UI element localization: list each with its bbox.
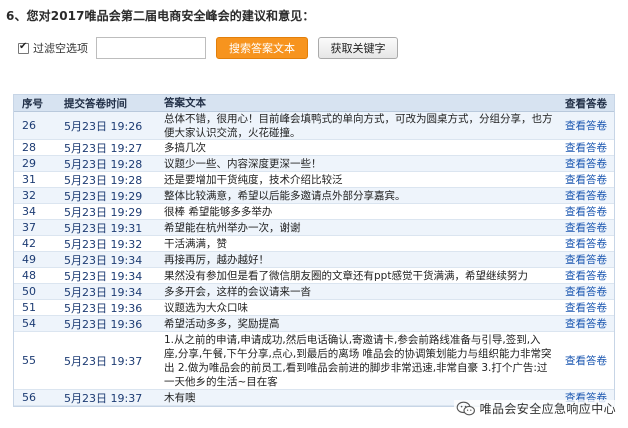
row-answer: 整体比较满意，希望以后能多邀请点外部分享嘉宾。 [164, 189, 406, 202]
view-answer-link[interactable]: 查看答卷 [558, 332, 614, 389]
table-row: 31 5月23日 19:28 还是要增加干货纯度，技术介绍比较泛 查看答卷 [14, 172, 614, 188]
wechat-watermark: 唯品会安全应急响应中心 [453, 400, 618, 417]
row-time: 5月23日 19:26 [64, 119, 143, 133]
view-answer-link[interactable]: 查看答卷 [558, 300, 614, 315]
view-answer-link[interactable]: 查看答卷 [558, 112, 614, 139]
row-no: 26 [22, 119, 36, 132]
search-input[interactable] [96, 37, 206, 59]
watermark-text: 唯品会安全应急响应中心 [479, 402, 616, 416]
table-row: 28 5月23日 19:27 多搞几次 查看答卷 [14, 140, 614, 156]
row-time: 5月23日 19:31 [64, 221, 143, 235]
row-no: 34 [22, 205, 36, 218]
view-answer-link[interactable]: 查看答卷 [558, 188, 614, 203]
view-answer-link[interactable]: 查看答卷 [558, 172, 614, 187]
row-no: 32 [22, 189, 36, 202]
view-answer-link[interactable]: 查看答卷 [558, 316, 614, 331]
row-time: 5月23日 19:36 [64, 317, 143, 331]
row-answer: 总体不错，很用心！目前峰会填鸭式的单向方式，可改为圆桌方式，分组分享，也方便大家… [164, 112, 553, 139]
table-row: 26 5月23日 19:26 总体不错，很用心！目前峰会填鸭式的单向方式，可改为… [14, 112, 614, 140]
row-answer: 多搞几次 [164, 141, 206, 154]
row-time: 5月23日 19:36 [64, 301, 143, 315]
row-answer: 议题选为大众口味 [164, 301, 248, 314]
table-row: 48 5月23日 19:34 果然没有参加但是看了微信朋友圈的文章还有ppt感觉… [14, 268, 614, 284]
row-no: 56 [22, 391, 36, 404]
table-row: 54 5月23日 19:36 希望活动多多，奖励提高 查看答卷 [14, 316, 614, 332]
row-time: 5月23日 19:37 [64, 391, 143, 405]
wechat-icon [456, 401, 475, 415]
row-no: 54 [22, 317, 36, 330]
row-answer: 希望活动多多，奖励提高 [164, 317, 280, 330]
row-answer: 干活满满，赞 [164, 237, 227, 250]
row-answer: 议题少一些、内容深度更深一些！ [164, 157, 322, 170]
table-row: 42 5月23日 19:32 干活满满，赞 查看答卷 [14, 236, 614, 252]
row-no: 31 [22, 173, 36, 186]
filter-controls: 过滤空选项 搜索答案文本 获取关键字 [18, 36, 398, 60]
row-no: 28 [22, 141, 36, 154]
row-no: 51 [22, 301, 36, 314]
row-time: 5月23日 19:28 [64, 157, 143, 171]
row-no: 50 [22, 285, 36, 298]
row-time: 5月23日 19:29 [64, 205, 143, 219]
checkbox-checked-icon[interactable] [18, 41, 29, 54]
view-answer-link[interactable]: 查看答卷 [558, 220, 614, 235]
row-time: 5月23日 19:29 [64, 189, 143, 203]
row-no: 49 [22, 253, 36, 266]
row-no: 48 [22, 269, 36, 282]
table-header: 序号 提交答卷时间 答案文本 查看答卷 [14, 95, 614, 112]
header-answer: 答案文本 [164, 97, 206, 109]
row-answer: 还是要增加干货纯度，技术介绍比较泛 [164, 173, 343, 186]
row-no: 29 [22, 157, 36, 170]
filter-empty-label: 过滤空选项 [33, 42, 88, 55]
row-time: 5月23日 19:34 [64, 285, 143, 299]
table-row: 51 5月23日 19:36 议题选为大众口味 查看答卷 [14, 300, 614, 316]
header-no: 序号 [22, 97, 43, 110]
table-row: 32 5月23日 19:29 整体比较满意，希望以后能多邀请点外部分享嘉宾。 查… [14, 188, 614, 204]
table-row: 49 5月23日 19:34 再接再厉，越办越好！ 查看答卷 [14, 252, 614, 268]
row-answer: 1.从之前的申请,申请成功,然后电话确认,寄邀请卡,参会前路线准备与引导,签到,… [164, 333, 552, 388]
question-title: 6、您对2017唯品会第二届电商安全峰会的建议和意见： [6, 9, 315, 23]
get-keywords-button[interactable]: 获取关键字 [318, 37, 398, 59]
table-row: 50 5月23日 19:34 多多开会，这样的会议请来一沓 查看答卷 [14, 284, 614, 300]
row-answer: 再接再厉，越办越好！ [164, 253, 269, 266]
row-time: 5月23日 19:32 [64, 237, 143, 251]
view-answer-link[interactable]: 查看答卷 [558, 284, 614, 299]
header-time: 提交答卷时间 [64, 97, 127, 110]
filter-empty-checkbox[interactable]: 过滤空选项 [18, 40, 88, 56]
row-time: 5月23日 19:34 [64, 253, 143, 267]
row-answer: 多多开会，这样的会议请来一沓 [164, 285, 311, 298]
view-answer-link[interactable]: 查看答卷 [558, 268, 614, 283]
row-no: 42 [22, 237, 36, 250]
table-row: 37 5月23日 19:31 希望能在杭州举办一次，谢谢 查看答卷 [14, 220, 614, 236]
view-answer-link[interactable]: 查看答卷 [558, 140, 614, 155]
view-answer-link[interactable]: 查看答卷 [558, 156, 614, 171]
row-answer: 希望能在杭州举办一次，谢谢 [164, 221, 301, 234]
view-answer-link[interactable]: 查看答卷 [558, 236, 614, 251]
row-time: 5月23日 19:37 [64, 354, 143, 368]
table-row: 29 5月23日 19:28 议题少一些、内容深度更深一些！ 查看答卷 [14, 156, 614, 172]
row-no: 37 [22, 221, 36, 234]
row-time: 5月23日 19:28 [64, 173, 143, 187]
view-answer-link[interactable]: 查看答卷 [558, 252, 614, 267]
row-answer: 很棒 希望能够多多举办 [164, 205, 273, 218]
table-row: 55 5月23日 19:37 1.从之前的申请,申请成功,然后电话确认,寄邀请卡… [14, 332, 614, 390]
table-row: 34 5月23日 19:29 很棒 希望能够多多举办 查看答卷 [14, 204, 614, 220]
row-time: 5月23日 19:34 [64, 269, 143, 283]
search-answer-button[interactable]: 搜索答案文本 [216, 37, 308, 59]
row-answer: 果然没有参加但是看了微信朋友圈的文章还有ppt感觉干货满满，希望继续努力 [164, 269, 528, 282]
row-no: 55 [22, 354, 36, 367]
header-view: 查看答卷 [565, 97, 607, 110]
view-answer-link[interactable]: 查看答卷 [558, 204, 614, 219]
answers-table: 序号 提交答卷时间 答案文本 查看答卷 26 5月23日 19:26 总体不错，… [13, 94, 615, 407]
row-time: 5月23日 19:27 [64, 141, 143, 155]
